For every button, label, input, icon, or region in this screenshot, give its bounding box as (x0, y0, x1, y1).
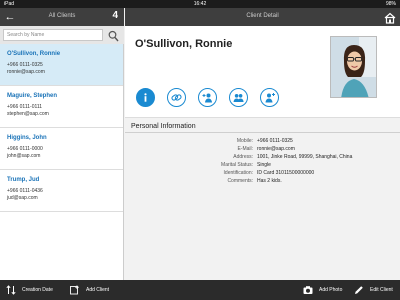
client-list: O'Sullivon, Ronnie +966 0111-0325 ronnie… (0, 44, 124, 280)
client-name: Higgins, John (7, 135, 47, 141)
field-label: Identification: (223, 170, 253, 176)
detail-client-name: O'Sullivon, Ronnie (135, 38, 233, 50)
status-bar: iPad 16:42 98% (0, 0, 400, 8)
field-value: ronnie@sap.com (257, 146, 295, 152)
add-photo-button[interactable]: Add Photo (303, 284, 342, 296)
add-client-button[interactable]: Add Client (70, 284, 109, 296)
pencil-icon (355, 286, 363, 294)
detail-pane: O'Sullivon, Ronnie Personal Information … (125, 26, 400, 280)
info-icon (144, 93, 147, 102)
add-client-label: Add Client (86, 287, 110, 293)
field-value: Single (257, 162, 271, 168)
client-count: 4 (112, 10, 118, 21)
client-photo (330, 36, 377, 98)
add-client-icon (70, 285, 79, 295)
master-title: All Clients (48, 13, 76, 19)
section-divider (125, 132, 400, 133)
info-row-identification: Identification: ID Card 31011500000000 (125, 170, 400, 178)
sort-icon (6, 285, 16, 295)
field-value: ID Card 31011500000000 (257, 170, 315, 176)
info-row-mobile: Mobile: +966 0111-0325 (125, 138, 400, 146)
edit-client-label: Edit Client (370, 287, 393, 293)
client-hero: O'Sullivon, Ronnie (125, 26, 400, 118)
home-button[interactable] (384, 11, 396, 24)
client-name: Trump, Jud (7, 177, 40, 183)
client-phone: +966 0111-0111 (7, 104, 43, 110)
list-item[interactable]: Maguire, Stephen +966 0111-0111 stephen@… (0, 86, 123, 128)
group-icon (233, 94, 244, 102)
add-contact-icon (202, 93, 212, 103)
creation-date-sort-button[interactable]: Creation Date (6, 284, 53, 296)
section-title: Personal Information (131, 123, 196, 130)
detail-title: Client Detail (246, 13, 279, 19)
battery-label: 98% (385, 1, 396, 7)
add-contact-button[interactable] (198, 88, 217, 107)
client-email: ronnie@sap.com (7, 69, 45, 75)
client-email: john@sap.com (7, 153, 41, 159)
client-email: stephen@sap.com (7, 111, 49, 117)
field-value: +966 0111-0325 (257, 138, 293, 144)
info-row-address: Address: 1001, Jinke Road, 99999, Shangh… (125, 154, 400, 162)
time-label: 16:42 (193, 1, 207, 7)
add-person-button[interactable] (260, 88, 279, 107)
field-label: Address: (233, 154, 253, 160)
client-phone: +966 0111-0325 (7, 62, 43, 68)
list-item[interactable]: Trump, Jud +966 0111-0436 jud@sap.com (0, 170, 123, 212)
field-value: 1001, Jinke Road, 99999, Shanghai, China (257, 154, 353, 160)
list-item[interactable]: Higgins, John +966 0111-0000 john@sap.co… (0, 128, 123, 170)
search-input[interactable] (3, 29, 103, 41)
add-person-icon (265, 93, 275, 103)
link-icon (171, 94, 182, 101)
info-row-comments: Comments: Has 2 kids. (125, 178, 400, 186)
client-name: O'Sullivon, Ronnie (7, 51, 61, 57)
field-value: Has 2 kids. (257, 178, 282, 184)
master-header: ← All Clients 4 (0, 8, 124, 26)
search-bar (0, 26, 124, 44)
client-name: Maguire, Stephen (7, 93, 58, 99)
camera-icon (303, 286, 313, 294)
field-label: Marital Status: (221, 162, 253, 168)
field-label: E-Mail: (237, 146, 253, 152)
person-photo-icon (331, 37, 376, 97)
edit-client-button[interactable]: Edit Client (354, 284, 393, 296)
info-row-email: E-Mail: ronnie@sap.com (125, 146, 400, 154)
creation-date-label: Creation Date (22, 287, 53, 293)
search-icon (108, 30, 119, 42)
group-button[interactable] (229, 88, 248, 107)
home-icon (384, 12, 396, 24)
link-button[interactable] (167, 88, 186, 107)
add-photo-label: Add Photo (319, 287, 343, 293)
info-row-marital-status: Marital Status: Single (125, 162, 400, 170)
list-item[interactable]: O'Sullivon, Ronnie +966 0111-0325 ronnie… (0, 44, 123, 86)
field-label: Comments: (227, 178, 253, 184)
info-button[interactable] (136, 88, 155, 107)
bottom-toolbar: Creation Date Add Client Add Photo Edit … (0, 280, 400, 300)
search-button[interactable] (108, 29, 119, 42)
client-phone: +966 0111-0000 (7, 146, 43, 152)
detail-header: Client Detail (125, 8, 400, 26)
client-email: jud@sap.com (7, 195, 38, 201)
field-label: Mobile: (236, 138, 253, 144)
client-phone: +966 0111-0436 (7, 188, 43, 194)
